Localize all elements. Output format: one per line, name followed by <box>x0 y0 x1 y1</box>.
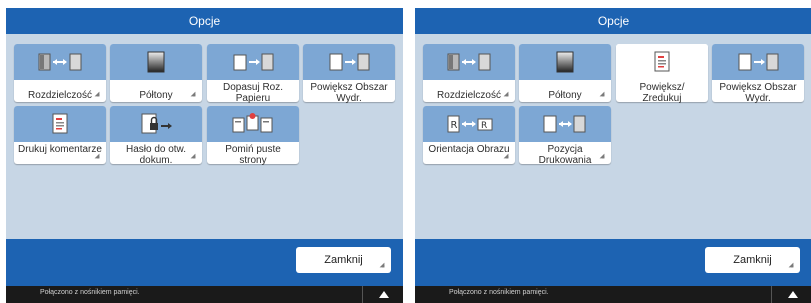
expand-up-icon[interactable] <box>379 291 389 298</box>
resolution-icon <box>14 44 106 80</box>
close-button[interactable]: Zamknij <box>296 247 391 273</box>
close-button-label: Zamknij <box>733 254 772 266</box>
bottom-bar: Zamknij <box>6 239 403 286</box>
tile-print-position[interactable]: Pozycja Drukowania <box>519 106 611 166</box>
expand-up-icon[interactable] <box>788 291 798 298</box>
tile-label: Pozycja Drukowania <box>538 144 592 166</box>
corner-arrow-icon <box>94 153 100 159</box>
tile-label: Rozdzielczość <box>28 90 92 101</box>
status-divider <box>362 286 363 303</box>
corner-arrow-icon <box>94 91 100 97</box>
options-panel-right: Opcje Rozdzielczość Półtony Powiększ/ Zr… <box>415 8 811 303</box>
tile-zoom[interactable]: Powiększ/ Zredukuj <box>616 44 708 104</box>
tile-resolution[interactable]: Rozdzielczość <box>14 44 106 102</box>
status-divider <box>771 286 772 303</box>
tile-halftone[interactable]: Półtony <box>519 44 611 102</box>
tile-print-comments[interactable]: Drukuj komentarze <box>14 106 106 164</box>
status-bar: Połączono z nośnikiem pamięci. <box>6 286 403 303</box>
corner-arrow-icon <box>599 153 605 159</box>
svg-text:R: R <box>481 121 487 131</box>
panel-title: Opcje <box>6 8 403 34</box>
zoom-icon <box>616 44 708 80</box>
tile-enlarge-print-area[interactable]: Powiększ Obszar Wydr. <box>303 44 395 104</box>
tile-label: Hasło do otw. dokum. <box>125 144 187 166</box>
enlarge-print-area-icon <box>712 44 804 80</box>
halftone-icon <box>110 44 202 80</box>
document-password-icon <box>110 106 202 142</box>
corner-arrow-icon <box>190 91 196 97</box>
tile-fit-paper-size[interactable]: Dopasuj Roz. Papieru <box>207 44 299 104</box>
tile-skip-blank-pages[interactable]: Pomiń puste strony <box>207 106 299 166</box>
status-text: Połączono z nośnikiem pamięci. <box>449 289 549 296</box>
corner-arrow-icon <box>190 153 196 159</box>
status-text: Połączono z nośnikiem pamięci. <box>40 289 140 296</box>
bottom-bar: Zamknij <box>415 239 811 286</box>
svg-text:R: R <box>451 120 458 131</box>
tile-image-orientation[interactable]: R R Orientacja Obrazu <box>423 106 515 164</box>
tile-label: Rozdzielczość <box>437 90 501 101</box>
resolution-icon <box>423 44 515 80</box>
image-orientation-icon: R R <box>423 106 515 142</box>
tile-label: Dopasuj Roz. Papieru <box>222 82 284 104</box>
corner-arrow-icon <box>503 91 509 97</box>
panel-title: Opcje <box>415 8 811 34</box>
corner-arrow-icon <box>788 262 794 268</box>
skip-blank-pages-icon <box>207 106 299 142</box>
corner-arrow-icon <box>503 153 509 159</box>
options-grid: Rozdzielczość Półtony <box>14 44 395 240</box>
tile-enlarge-print-area[interactable]: Powiększ Obszar Wydr. <box>712 44 804 104</box>
close-button-label: Zamknij <box>324 254 363 266</box>
close-button[interactable]: Zamknij <box>705 247 800 273</box>
options-grid: Rozdzielczość Półtony <box>423 44 804 240</box>
corner-arrow-icon <box>599 91 605 97</box>
tile-label: Powiększ/ Zredukuj <box>639 82 685 104</box>
tile-label: Półtony <box>548 90 582 101</box>
print-comments-icon <box>14 106 106 142</box>
tile-halftone[interactable]: Półtony <box>110 44 202 102</box>
corner-arrow-icon <box>379 262 385 268</box>
tile-label: Pomiń puste strony <box>225 144 281 166</box>
status-bar: Połączono z nośnikiem pamięci. <box>415 286 811 303</box>
tile-label: Drukuj komentarze <box>18 144 102 155</box>
tile-label: Orientacja Obrazu <box>428 144 510 155</box>
tile-document-password[interactable]: Hasło do otw. dokum. <box>110 106 202 166</box>
print-position-icon <box>519 106 611 142</box>
fit-paper-size-icon <box>207 44 299 80</box>
tile-label: Powiększ Obszar Wydr. <box>310 82 388 104</box>
tile-label: Półtony <box>139 90 173 101</box>
enlarge-print-area-icon <box>303 44 395 80</box>
tile-label: Powiększ Obszar Wydr. <box>719 82 797 104</box>
halftone-icon <box>519 44 611 80</box>
options-panel-left: Opcje Rozdzielczość Półtony Dopasuj Roz.… <box>6 8 403 303</box>
tile-resolution[interactable]: Rozdzielczość <box>423 44 515 102</box>
